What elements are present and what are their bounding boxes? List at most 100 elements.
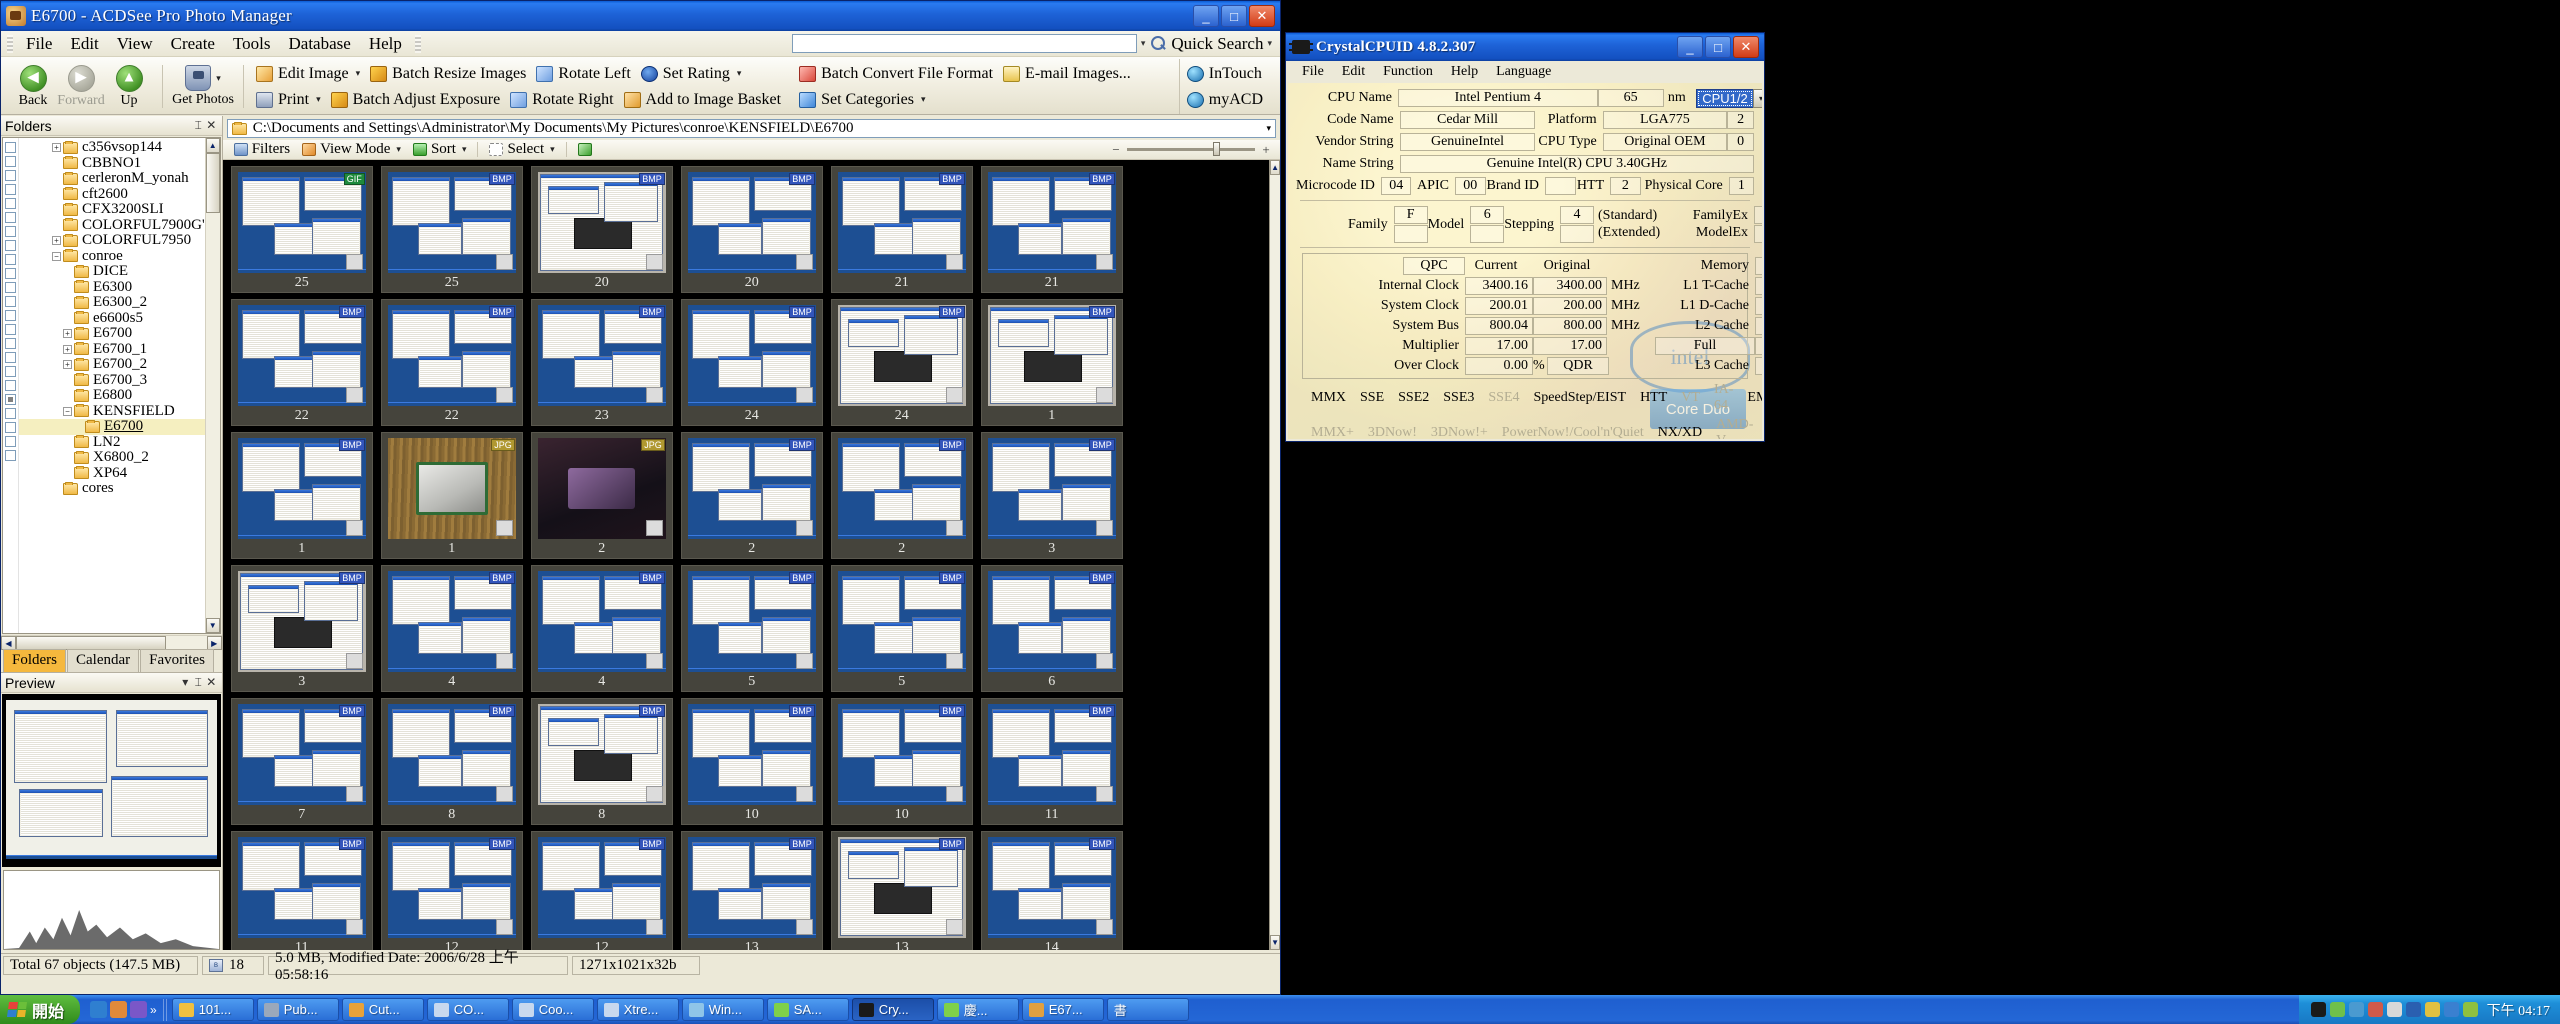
cpuid-menu-file[interactable]: File <box>1294 63 1332 81</box>
thumbnail-vscrollbar[interactable]: ▲ ▼ <box>1269 160 1280 950</box>
folder-tree-item-colorful7950[interactable]: + COLORFUL7950 <box>19 232 205 249</box>
folder-checkbox[interactable] <box>5 240 16 251</box>
batch-resize-button[interactable]: Batch Resize Images <box>367 64 533 84</box>
folder-tree-item-e6700[interactable]: E6700 <box>19 418 205 435</box>
up-button[interactable]: ▲ Up <box>105 60 153 114</box>
folder-checkbox[interactable] <box>5 338 16 349</box>
thumbnail-cell[interactable]: BMP 25 <box>380 166 523 293</box>
volume-tray-icon[interactable] <box>2405 1002 2421 1017</box>
thumbnail-cell[interactable]: BMP 21 <box>830 166 973 293</box>
tab-favorites[interactable]: Favorites <box>140 649 214 672</box>
rotate-right-button[interactable]: Rotate Right <box>507 90 620 110</box>
tree-expander-icon[interactable]: − <box>63 406 72 416</box>
thumbnail-image[interactable]: BMP <box>837 704 966 805</box>
thumbnail-cell[interactable]: BMP 5 <box>830 565 973 692</box>
set-categories-button[interactable]: Set Categories ▾ <box>796 90 932 110</box>
folder-checkbox[interactable] <box>5 394 16 405</box>
cpuid-minimize-button[interactable]: _ <box>1677 36 1703 58</box>
folder-checkbox[interactable] <box>5 142 16 153</box>
thumbnail-image[interactable]: BMP <box>837 305 966 406</box>
thumbnail-cell[interactable]: BMP 2 <box>830 432 973 559</box>
thumbnail-cell[interactable]: BMP 8 <box>380 698 523 825</box>
select-button[interactable]: Select ▾ <box>484 140 559 159</box>
taskbar-button-e67[interactable]: E67... <box>1021 998 1104 1021</box>
thumbnail-image[interactable]: BMP <box>837 438 966 539</box>
folder-checkbox[interactable] <box>5 324 16 335</box>
pin-icon[interactable]: ⌶ <box>192 118 205 133</box>
folder-tree-vscrollbar[interactable]: ▲ ▼ <box>204 138 220 633</box>
tree-expander-icon[interactable]: + <box>52 143 61 153</box>
thumbnail-cell[interactable]: BMP 24 <box>680 299 823 426</box>
taskbar-button-cut[interactable]: Cut... <box>341 998 424 1021</box>
thumbnail-cell[interactable]: BMP 13 <box>680 831 823 950</box>
menu-view[interactable]: View <box>108 32 162 56</box>
folder-checkbox[interactable] <box>5 170 16 181</box>
close-button[interactable]: ✕ <box>1249 5 1275 27</box>
taskbar-button-[interactable]: 慶... <box>936 998 1019 1021</box>
taskbar-button-pub[interactable]: Pub... <box>256 998 339 1021</box>
thumbnail-cell[interactable]: BMP 13 <box>830 831 973 950</box>
thumbnail-image[interactable]: BMP <box>987 837 1116 938</box>
ime-tray-icon[interactable] <box>2443 1002 2459 1017</box>
thumbnail-image[interactable]: BMP <box>687 438 816 539</box>
forward-button[interactable]: ▶ Forward <box>57 60 105 114</box>
view-mode-button[interactable]: View Mode ▾ <box>297 140 406 159</box>
select-all-button[interactable] <box>573 142 597 157</box>
address-bar[interactable]: C:\Documents and Settings\Administrator\… <box>226 119 1276 138</box>
thumbnail-image[interactable]: BMP <box>987 438 1116 539</box>
hscroll-thumb[interactable] <box>16 636 166 650</box>
cpuid-titlebar[interactable]: CrystalCPUID 4.8.2.307 _ □ ✕ <box>1286 33 1764 61</box>
quick-launch-chevron-icon[interactable]: » <box>150 1003 157 1017</box>
thumbnail-cell[interactable]: BMP 12 <box>380 831 523 950</box>
thumbnail-cell[interactable]: BMP 1 <box>980 299 1123 426</box>
close-icon[interactable]: ✕ <box>205 118 218 133</box>
back-button[interactable]: ◀ Back <box>9 60 57 114</box>
thumbnail-image[interactable]: BMP <box>987 704 1116 805</box>
thumbnail-image[interactable]: BMP <box>537 704 666 805</box>
tab-folders[interactable]: Folders <box>3 649 66 672</box>
menu-database[interactable]: Database <box>280 32 360 56</box>
thumbnail-image[interactable]: BMP <box>837 571 966 672</box>
folder-checkbox[interactable] <box>5 436 16 447</box>
taskbar-button-xtre[interactable]: Xtre... <box>596 998 679 1021</box>
thumbnail-image[interactable]: BMP <box>537 305 666 406</box>
tree-expander-icon[interactable]: + <box>63 360 72 370</box>
chevron-down-icon[interactable]: ▾ <box>356 68 361 79</box>
thumbnail-cell[interactable]: BMP 11 <box>230 831 373 950</box>
folder-checkbox[interactable] <box>5 380 16 391</box>
thumbnail-grid[interactable]: GIF 25 BMP 25 BMP 20 BMP 20 BMP 21 BMP 21 BMP 22 BMP 22… <box>222 160 1270 950</box>
folder-tree-item-conroe[interactable]: − conroe <box>19 248 205 265</box>
tree-expander-icon[interactable]: − <box>52 251 61 261</box>
taskbar-task-buttons[interactable]: 101... Pub... Cut... CO... Coo... Xtre... Win.… <box>168 998 1189 1021</box>
folder-tree-item-e6700-2[interactable]: + E6700_2 <box>19 356 205 373</box>
chevron-down-icon[interactable]: ▾ <box>921 94 926 105</box>
thumbnail-cell[interactable]: BMP 4 <box>530 565 673 692</box>
cart-tray-icon[interactable] <box>2367 1002 2383 1017</box>
acdsee-titlebar[interactable]: E6700 - ACDSee Pro Photo Manager _ □ ✕ <box>1 1 1280 31</box>
cpu-selector-dropdown[interactable]: CPU1/2 ▾ <box>1696 88 1762 108</box>
person-icon[interactable] <box>110 1001 128 1018</box>
preview-caret-icon[interactable]: ▾ <box>179 675 192 690</box>
folder-checkbox[interactable] <box>5 310 16 321</box>
folder-checkbox[interactable] <box>5 212 16 223</box>
folder-tree-item-cerleronm-yonah[interactable]: cerleronM_yonah <box>19 170 205 187</box>
folder-checkbox[interactable] <box>5 198 16 209</box>
taskbar-button-[interactable]: 書 <box>1106 998 1189 1021</box>
folder-checkbox[interactable] <box>5 226 16 237</box>
cpuid-maximize-button[interactable]: □ <box>1705 36 1731 58</box>
key-tray-icon[interactable] <box>2424 1002 2440 1017</box>
thumbnail-image[interactable]: BMP <box>537 172 666 273</box>
chevron-down-icon[interactable]: ▾ <box>737 68 742 79</box>
start-button[interactable]: 開始 <box>0 995 81 1024</box>
thumbnail-cell[interactable]: BMP 11 <box>980 698 1123 825</box>
cpuid-menu-function[interactable]: Function <box>1375 63 1441 81</box>
grid-scroll-up-button[interactable]: ▲ <box>1270 160 1280 175</box>
thumbnail-image[interactable]: BMP <box>237 305 366 406</box>
folder-checkbox[interactable] <box>5 450 16 461</box>
add-to-image-basket-button[interactable]: Add to Image Basket <box>621 90 789 110</box>
monitor-tray-icon[interactable] <box>2386 1002 2402 1017</box>
thumbnail-image[interactable]: BMP <box>687 704 816 805</box>
email-images-button[interactable]: E-mail Images... <box>1000 64 1138 84</box>
thumbnail-image[interactable]: BMP <box>237 704 366 805</box>
taskbar-clock[interactable]: 下午 04:17 <box>2483 1000 2550 1020</box>
